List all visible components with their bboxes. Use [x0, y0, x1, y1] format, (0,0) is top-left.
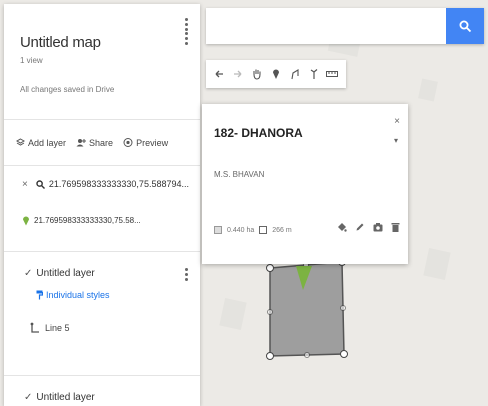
polygon-icon — [291, 69, 299, 80]
map-views: 1 view — [20, 56, 43, 65]
layer-options-menu-icon[interactable] — [185, 18, 188, 31]
layers-icon — [16, 138, 25, 146]
redo-button[interactable] — [231, 65, 245, 83]
search-place-row[interactable]: 21.769598333333330,75.58... — [22, 212, 200, 228]
pin-icon — [23, 216, 29, 225]
map-sidebar: Untitled map 1 view All changes saved in… — [4, 4, 200, 406]
save-status: All changes saved in Drive — [20, 85, 115, 94]
pan-tool-button[interactable] — [250, 65, 264, 83]
checkbox-icon[interactable]: ✓ — [24, 268, 32, 279]
search-button[interactable] — [446, 8, 484, 44]
line-feature-icon — [30, 322, 39, 333]
area-icon — [214, 226, 222, 234]
perimeter-icon — [259, 226, 268, 234]
share-label: Share — [89, 137, 114, 148]
hand-icon — [253, 69, 261, 80]
ruler-icon — [326, 71, 339, 77]
preview-label: Preview — [136, 137, 169, 148]
length-value: 266 m — [272, 226, 292, 234]
search-input[interactable] — [206, 8, 436, 44]
layer-name-row[interactable]: ✓ Untitled layer — [24, 390, 200, 404]
map-title[interactable]: Untitled map — [20, 34, 200, 51]
search-query-text: 21.769598333333330,75.588794... — [48, 179, 189, 189]
eye-icon — [123, 138, 133, 147]
add-layer-button[interactable]: Add layer — [16, 138, 66, 148]
layer-item: ✓ Untitled layer — [4, 18, 200, 404]
layer-name[interactable]: Untitled layer — [36, 392, 94, 403]
area-value: 0.440 ha — [227, 226, 255, 234]
feature-measurements: 0.440 ha 266 m — [214, 226, 292, 234]
map-options-menu-icon[interactable] — [185, 32, 188, 45]
close-icon[interactable]: × — [394, 116, 400, 127]
add-marker-button[interactable] — [269, 65, 283, 83]
draw-line-button[interactable] — [288, 65, 302, 83]
preview-button[interactable]: Preview — [123, 138, 168, 148]
paint-bucket-icon[interactable] — [337, 222, 347, 232]
feature-actions — [337, 222, 400, 232]
add-person-icon — [76, 139, 87, 147]
marker-icon — [272, 69, 279, 79]
paint-roller-icon — [36, 290, 43, 300]
layer-name[interactable]: Untitled layer — [36, 268, 94, 279]
directions-icon — [310, 69, 318, 79]
feature-item[interactable]: Line 5 — [30, 322, 200, 334]
share-button[interactable]: Share — [76, 138, 113, 148]
search-icon — [459, 20, 471, 32]
chevron-down-icon[interactable]: ▾ — [394, 136, 398, 145]
search-query-row[interactable]: × 21.769598333333330,75.588794... — [22, 176, 200, 192]
search-icon — [36, 179, 45, 189]
trash-icon[interactable] — [391, 222, 400, 232]
layer-style-label: Individual styles — [46, 290, 110, 300]
measure-button[interactable] — [325, 65, 339, 83]
layer-style-link[interactable]: Individual styles — [36, 290, 200, 300]
redo-icon — [234, 70, 242, 78]
map-header: Untitled map 1 view All changes saved in… — [4, 4, 200, 120]
layer-item: ✓ Untitled layer Individual styles Line … — [4, 252, 200, 376]
feature-label: Line 5 — [45, 323, 70, 333]
layer-name-row[interactable]: ✓ Untitled layer — [24, 266, 200, 280]
feature-info-window: 182- DHANORA × ▾ M.S. BHAVAN 0.440 ha 26… — [202, 104, 408, 264]
add-layer-label: Add layer — [28, 137, 67, 148]
feature-description[interactable]: M.S. BHAVAN — [214, 170, 264, 179]
pencil-icon[interactable] — [355, 222, 365, 232]
undo-button[interactable] — [212, 65, 226, 83]
directions-button[interactable] — [307, 65, 321, 83]
layer-options-menu-icon[interactable] — [185, 268, 188, 281]
checkbox-icon[interactable]: ✓ — [24, 392, 32, 403]
feature-title[interactable]: 182- DHANORA — [214, 126, 303, 140]
search-results-layer: × 21.769598333333330,75.588794... 21.769… — [4, 166, 200, 252]
map-search-box[interactable] — [206, 8, 484, 44]
map-toolbar — [206, 60, 346, 88]
search-place-text: 21.769598333333330,75.58... — [34, 215, 141, 225]
camera-icon[interactable] — [373, 222, 383, 232]
map-actions: Add layer Share Preview — [4, 120, 200, 166]
close-icon[interactable]: × — [22, 179, 28, 190]
undo-icon — [215, 70, 224, 78]
